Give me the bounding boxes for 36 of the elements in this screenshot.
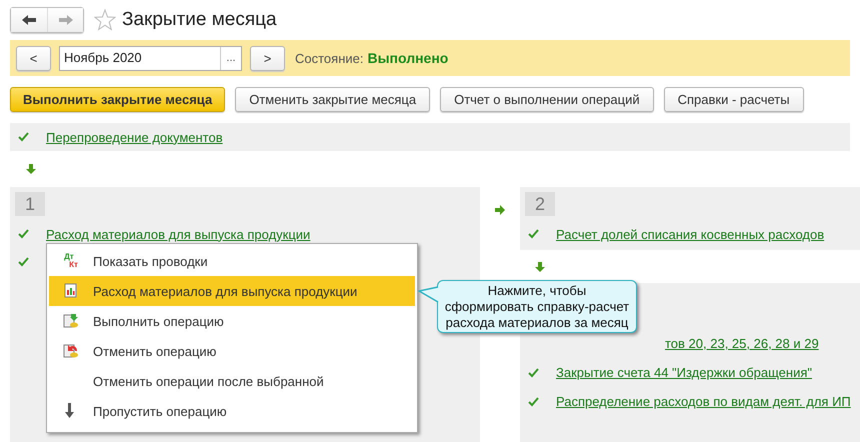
right-arrow-icon: [58, 15, 72, 25]
menu-item[interactable]: Пропустить операцию: [49, 396, 415, 426]
chart-document-icon: [63, 283, 79, 299]
document-undo-icon: [63, 343, 79, 359]
menu-item[interactable]: Дт Кт Показать проводки: [49, 246, 415, 276]
menu-item[interactable]: Отменить операцию: [49, 336, 415, 366]
left-arrow-icon: [22, 15, 36, 25]
document-download-icon: [63, 313, 79, 329]
step-number: 2: [525, 192, 555, 216]
operation-link[interactable]: Закрытие счета 44 "Издержки обращения": [556, 365, 812, 380]
period-field[interactable]: Ноябрь 2020 ...: [59, 46, 242, 70]
menu-item[interactable]: Выполнить операцию: [49, 306, 415, 336]
operation-link[interactable]: Перепроведение документов: [46, 130, 223, 144]
down-arrow-icon: [26, 164, 36, 174]
operation-link[interactable]: тов 20, 23, 25, 26, 28 и 29: [665, 336, 819, 351]
step-number: 1: [15, 192, 45, 216]
state-value: Выполнено: [367, 50, 448, 66]
toolbar-button[interactable]: Отменить закрытие месяца: [235, 87, 430, 112]
operation-link[interactable]: Распределение расходов по видам деят. для ИП: [556, 394, 851, 409]
debit-credit-icon: Дт Кт: [64, 253, 78, 269]
toolbar-button[interactable]: Справки - расчеты: [664, 87, 804, 112]
back-button[interactable]: [11, 8, 47, 32]
down-arrow-icon: [535, 262, 545, 272]
previous-button[interactable]: <: [16, 46, 51, 70]
right-arrow-icon: [495, 205, 505, 215]
next-button[interactable]: >: [250, 46, 285, 70]
menu-item[interactable]: Отменить операции после выбранной: [49, 366, 415, 396]
toolbar-button[interactable]: Отчет о выполнении операций: [440, 87, 654, 112]
operation-link[interactable]: Расход материалов для выпуска продукции: [46, 226, 310, 242]
star-icon[interactable]: [94, 9, 116, 31]
tooltip-text: Нажмите, чтобы сформировать справку-расчет расхода материалов за месяц: [444, 282, 630, 330]
state-label: Состояние:: [295, 50, 364, 66]
close-month-button[interactable]: Выполнить закрытие месяца: [10, 87, 226, 112]
menu-item[interactable]: Расход материалов для выпуска продукции: [49, 276, 415, 306]
operation-link[interactable]: Расчет долей списания косвенных расходов: [556, 226, 824, 242]
window-title: Закрытие месяца: [122, 9, 277, 31]
